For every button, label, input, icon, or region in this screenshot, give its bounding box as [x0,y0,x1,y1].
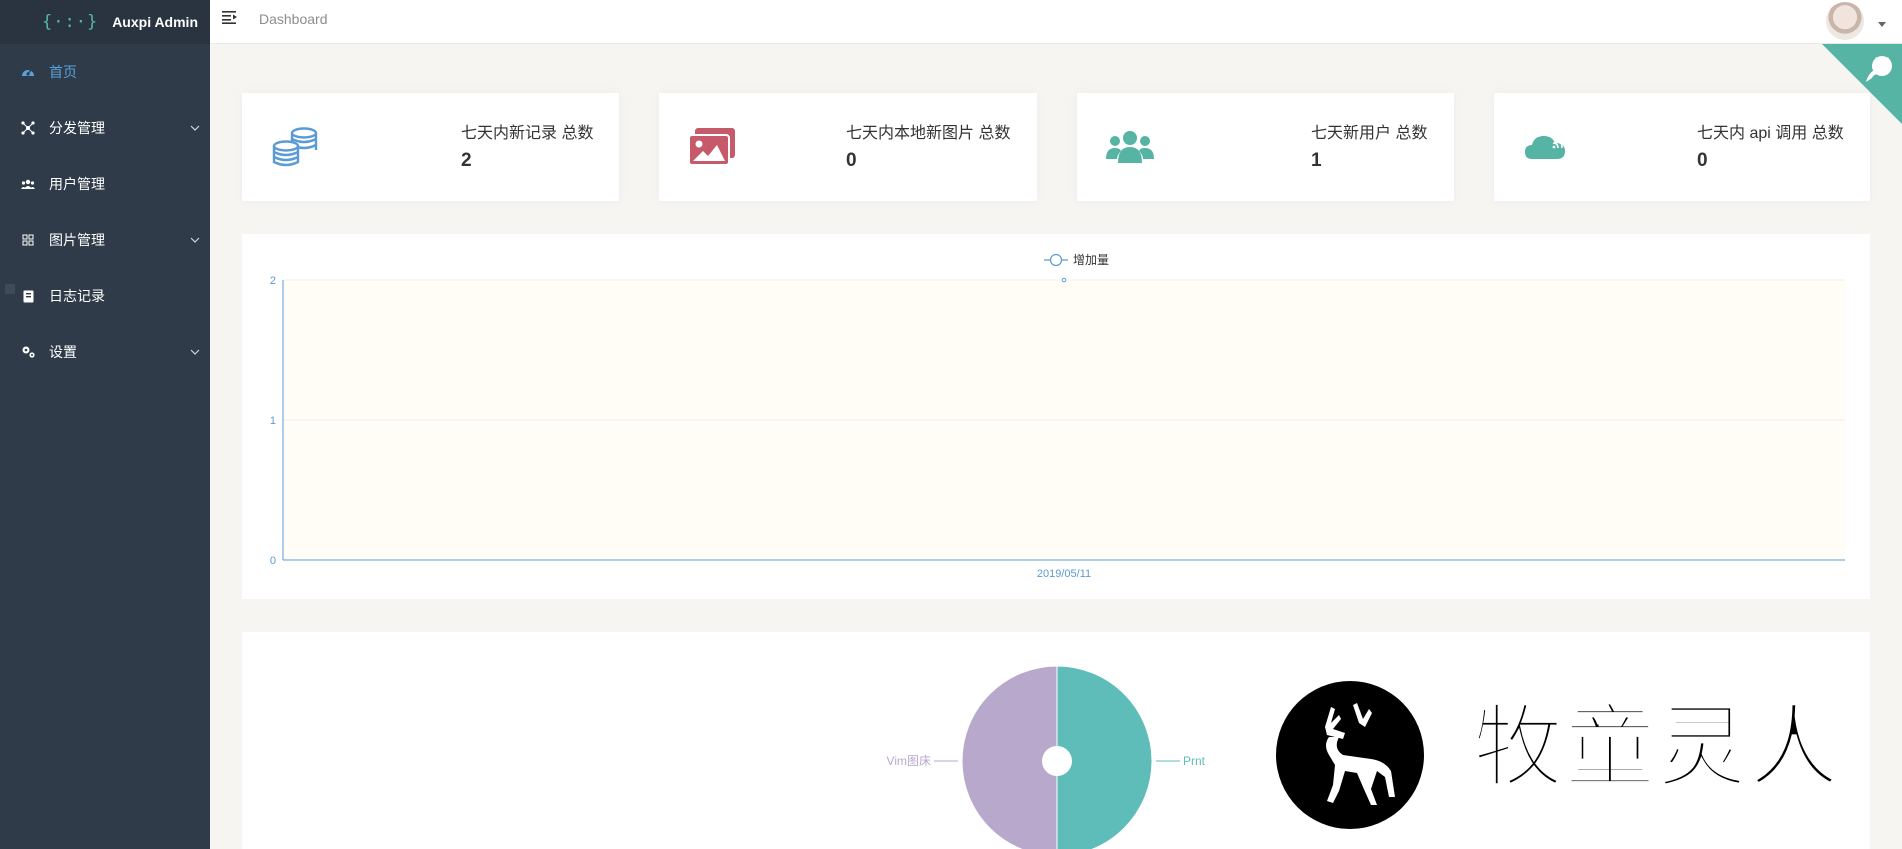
deer-logo-icon [1276,681,1424,829]
y-tick-label: 1 [270,415,276,427]
book-icon [19,287,37,305]
gears-icon [19,343,37,361]
stat-card-local-images: 七天内本地新图片 总数 0 [659,93,1037,201]
stat-card-new-users: 七天新用户 总数 1 [1077,93,1454,201]
sidebar-item-home[interactable]: 首页 [0,52,210,92]
line-chart-card: 0 1 2 2019/05/11 增加量 [242,234,1870,599]
images-icon [687,125,737,169]
sidebar-item-label: 首页 [49,64,77,80]
x-tick-label: 2019/05/11 [1037,568,1091,580]
sidebar-item-label: 日志记录 [49,288,105,304]
stat-card-records: 七天内新记录 总数 2 [242,93,619,201]
sidebar-item-users[interactable]: 用户管理 [0,164,210,204]
top-header: Dashboard [210,0,1902,44]
brand[interactable]: {·:·} Auxpi Admin [0,0,210,44]
sidebar-item-label: 分发管理 [49,120,105,136]
stat-value: 2 [461,150,472,171]
stat-title: 七天内本地新图片 总数 [846,125,1011,142]
watermark: 牧童灵人 [1273,679,1840,832]
sidebar-item-images[interactable]: 图片管理 [0,220,210,260]
sidebar: {·:·} Auxpi Admin 首页 分发管理 用户管理 图片管理 日志记录… [0,0,210,849]
stat-title: 七天内 api 调用 总数 [1697,125,1844,142]
stat-value: 0 [1697,150,1708,171]
pie-hole [1042,746,1072,776]
sidebar-item-label: 设置 [49,344,77,360]
chevron-down-icon [180,349,210,355]
stat-value: 1 [1311,150,1322,171]
stat-value: 0 [846,150,857,171]
menu-toggle-icon[interactable] [222,10,238,26]
avatar[interactable] [1826,2,1864,40]
chevron-down-icon [180,237,210,243]
cloud-signal-icon [1522,125,1572,169]
database-icon [270,125,320,169]
pie-label: Vim图床 [887,754,931,768]
y-tick-label: 2 [270,275,276,287]
sidebar-item-settings[interactable]: 设置 [0,332,210,372]
grid-icon [19,231,37,249]
legend-label: 增加量 [1073,253,1109,267]
watermark-text: 牧童灵人 [1472,695,1841,800]
sidebar-item-label: 图片管理 [49,232,105,248]
users-icon [19,175,37,193]
data-point [1061,277,1067,283]
caret-down-icon[interactable] [1878,22,1886,27]
chevron-down-icon [180,125,210,131]
breadcrumb[interactable]: Dashboard [259,11,328,27]
sidebar-item-logs[interactable]: 日志记录 [0,276,210,316]
brand-name: Auxpi Admin [112,14,198,30]
share-nodes-icon [19,119,37,137]
brand-logo-icon: {·:·} [42,12,99,32]
sidebar-item-distribution[interactable]: 分发管理 [0,108,210,148]
stat-title: 七天内新记录 总数 [461,125,594,142]
users-icon [1105,125,1155,169]
dashboard-icon [19,63,37,81]
legend-marker [1049,253,1063,267]
line-chart: 0 1 2 2019/05/11 增加量 [270,253,1845,580]
sidebar-item-label: 用户管理 [49,176,105,192]
y-tick-label: 0 [270,555,276,567]
stat-card-api-calls: 七天内 api 调用 总数 0 [1494,93,1870,201]
pie-label: Prnt [1183,754,1206,768]
stat-title: 七天新用户 总数 [1311,125,1428,142]
